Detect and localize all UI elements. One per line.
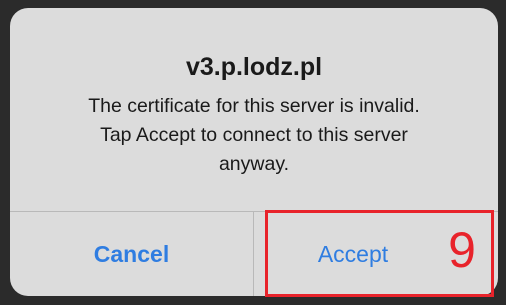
cancel-button[interactable]: Cancel — [10, 212, 253, 296]
alert-title: v3.p.lodz.pl — [185, 53, 323, 81]
alert-message-line: anyway. — [218, 153, 290, 175]
alert-message: The certificate for this server is inval… — [30, 92, 478, 179]
tutorial-step-number: 9 — [448, 222, 476, 278]
alert-content: v3.p.lodz.pl The certificate for this se… — [10, 8, 498, 211]
alert-message-line: Tap Accept to connect to this server — [100, 124, 408, 146]
alert-message-line: The certificate for this server is inval… — [88, 95, 420, 117]
